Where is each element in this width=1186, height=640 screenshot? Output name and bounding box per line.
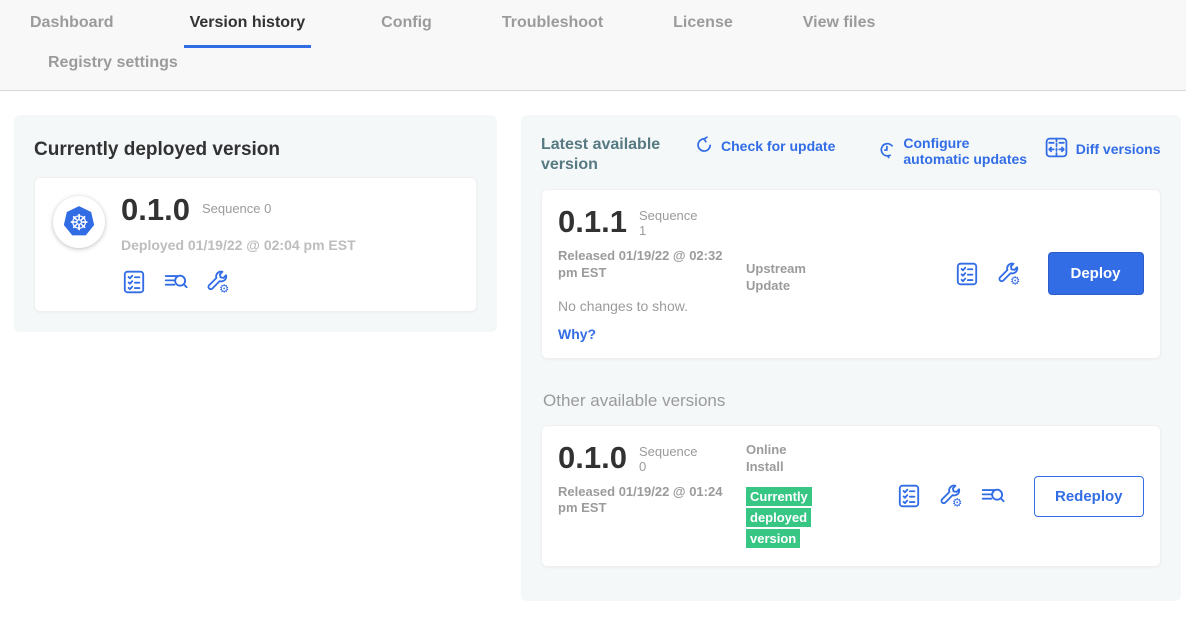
config-wrench-gear-icon[interactable]: ⚙ [996,261,1022,287]
diff-versions-label: Diff versions [1076,141,1161,157]
latest-version-number: 0.1.1 [558,206,627,237]
currently-deployed-badge: Currently deployed version [746,487,812,548]
preflight-checklist-icon[interactable] [121,269,147,295]
upstream-update-label: Upstream Update [746,261,826,295]
deployed-action-icons: ⚙ [121,269,356,295]
currently-deployed-badge-wrap: Currently deployed version [746,487,818,549]
tab-troubleshoot[interactable]: Troubleshoot [502,14,603,48]
latest-version-info: 0.1.1 Sequence 1 Released 01/19/22 @ 02:… [558,206,746,342]
schedule-update-icon [877,140,896,162]
top-nav-row-2: Registry settings [30,48,1186,90]
config-wrench-gear-icon[interactable]: ⚙ [205,269,231,295]
check-for-update-label: Check for update [721,138,835,154]
other-available-versions-title: Other available versions [543,391,1161,411]
other-version-info: 0.1.0 Sequence 0 Released 01/19/22 @ 01:… [558,442,746,550]
deployed-sequence-label: Sequence 0 [202,194,271,217]
deploy-logs-icon[interactable] [163,269,189,295]
redeploy-button[interactable]: Redeploy [1034,476,1144,517]
tab-version-history[interactable]: Version history [184,14,312,48]
tab-view-files[interactable]: View files [803,14,876,48]
other-sequence-label: Sequence 0 [639,442,705,475]
preflight-checklist-icon[interactable] [896,483,922,509]
check-for-update-link[interactable]: Check for update [695,135,835,157]
latest-version-card: 0.1.1 Sequence 1 Released 01/19/22 @ 02:… [541,189,1161,359]
latest-available-panel: Latest available version Check for updat… [521,115,1181,601]
deployed-version-number: 0.1.0 [121,194,190,225]
deploy-logs-icon[interactable] [980,483,1006,509]
top-nav-row-1: Dashboard Version history Config Trouble… [30,14,1186,48]
tab-license[interactable]: License [673,14,733,48]
deploy-button[interactable]: Deploy [1048,252,1144,295]
top-nav: Dashboard Version history Config Trouble… [0,0,1186,91]
diff-versions-link[interactable]: Diff versions [1044,135,1161,163]
currently-deployed-title: Currently deployed version [34,139,477,161]
latest-sequence-label: Sequence 1 [639,206,705,239]
config-wrench-gear-icon[interactable]: ⚙ [938,483,964,509]
deployed-timestamp: Deployed 01/19/22 @ 02:04 pm EST [121,237,356,253]
tab-dashboard[interactable]: Dashboard [30,14,114,48]
configure-automatic-updates-link[interactable]: Configure automatic updates [877,135,1033,167]
currently-deployed-panel: Currently deployed version ☸ 0.1.0 Seque… [14,115,497,332]
latest-available-title: Latest available version [541,135,669,175]
preflight-checklist-icon[interactable] [954,261,980,287]
other-version-number: 0.1.0 [558,442,627,473]
diff-icon [1044,135,1069,163]
svg-text:☸: ☸ [69,210,89,235]
deployed-version-row: 0.1.0 Sequence 0 [121,194,356,225]
other-version-source: Online Install Currently deployed versio… [746,442,896,550]
tab-config[interactable]: Config [381,14,432,48]
kubernetes-app-icon: ☸ [53,196,105,248]
refresh-ccw-icon [695,135,714,157]
other-version-actions: ⚙ Redeploy [896,476,1144,517]
latest-version-source: Upstream Update [746,206,896,342]
online-install-label: Online Install [746,442,826,476]
deployed-version-details: 0.1.0 Sequence 0 Deployed 01/19/22 @ 02:… [121,194,356,295]
main-content: Currently deployed version ☸ 0.1.0 Seque… [0,91,1186,601]
svg-text:⚙: ⚙ [1009,275,1019,287]
svg-text:⚙: ⚙ [219,283,229,295]
other-version-card: 0.1.0 Sequence 0 Released 01/19/22 @ 01:… [541,425,1161,567]
why-link[interactable]: Why? [558,326,746,342]
latest-version-actions: ⚙ Deploy [954,252,1144,295]
tab-registry-settings[interactable]: Registry settings [48,54,1116,72]
deployed-version-card: ☸ 0.1.0 Sequence 0 Deployed 01/19/22 @ 0… [34,177,477,312]
configure-automatic-updates-label: Configure automatic updates [903,135,1033,167]
svg-text:⚙: ⚙ [952,498,962,510]
other-released-timestamp: Released 01/19/22 @ 01:24 pm EST [558,484,733,518]
latest-released-timestamp: Released 01/19/22 @ 02:32 pm EST [558,248,733,282]
no-changes-text: No changes to show. [558,298,746,314]
latest-available-header: Latest available version Check for updat… [541,135,1161,175]
